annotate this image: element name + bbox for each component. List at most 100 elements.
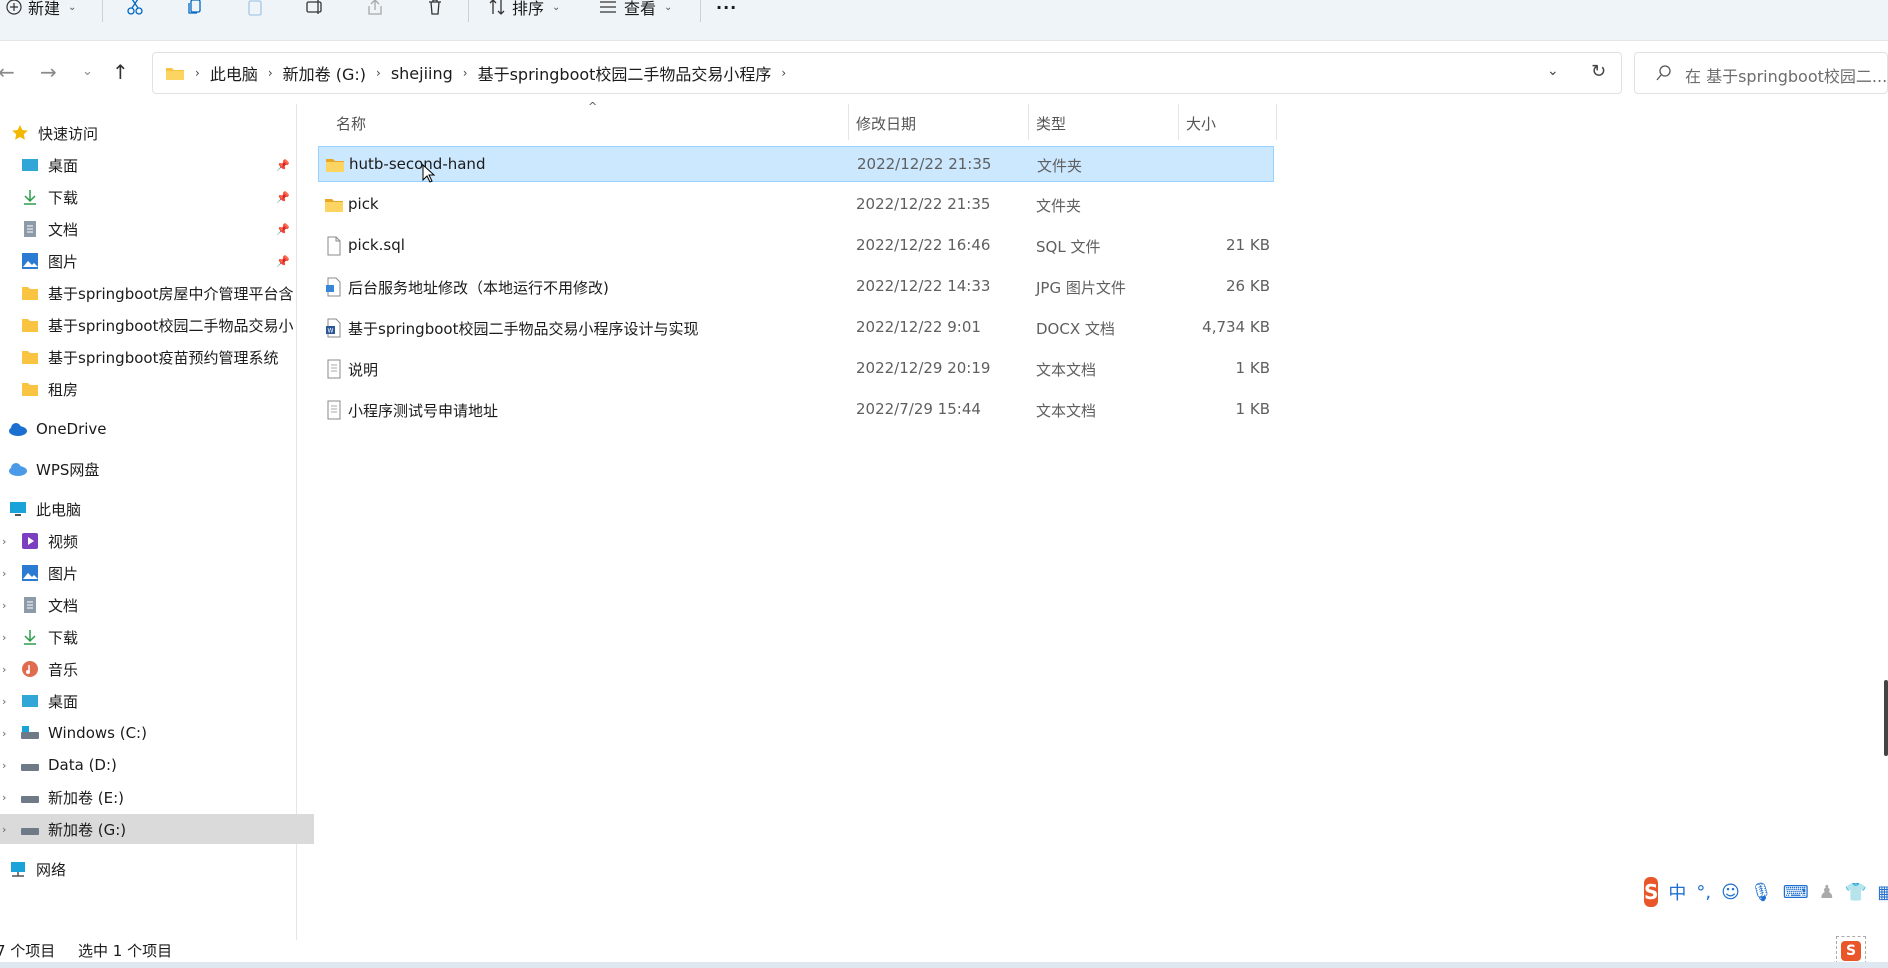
column-header-name[interactable]: 名称 bbox=[336, 113, 366, 134]
delete-button[interactable] bbox=[426, 0, 444, 20]
sort-button[interactable]: 排序 ⌄ bbox=[488, 0, 560, 20]
emoji-icon[interactable]: ☺ bbox=[1721, 882, 1740, 903]
sidebar-item-documents[interactable]: 文档 📌 bbox=[0, 214, 316, 244]
rename-button[interactable] bbox=[306, 0, 324, 20]
file-row[interactable]: W 基于springboot校园二手物品交易小程序设计与实现 2022/12/2… bbox=[318, 310, 1274, 346]
column-header-type[interactable]: 类型 bbox=[1036, 113, 1066, 134]
column-divider[interactable] bbox=[848, 104, 849, 140]
forward-button[interactable]: → bbox=[40, 60, 57, 84]
sidebar-item-network[interactable]: 网络 bbox=[0, 854, 304, 884]
search-input[interactable]: 在 基于springboot校园二... bbox=[1685, 63, 1887, 87]
details-view-button[interactable]: S bbox=[1836, 936, 1866, 964]
file-size: 21 KB bbox=[1226, 236, 1270, 254]
search-box[interactable]: 在 基于springboot校园二... bbox=[1634, 52, 1888, 94]
sidebar-item-wps[interactable]: WPS网盘 bbox=[0, 454, 304, 484]
paste-button[interactable] bbox=[246, 0, 264, 20]
punctuation-icon[interactable]: °, bbox=[1696, 882, 1711, 903]
breadcrumb-item[interactable]: 此电脑 bbox=[210, 61, 258, 85]
sidebar-item-pictures[interactable]: › 图片 bbox=[0, 558, 316, 588]
ime-toolbar: S 中 °, ☺ 🎙 ⌨ ♟ 👕 ▦ bbox=[1640, 872, 1888, 912]
up-button[interactable]: ↑ bbox=[112, 60, 129, 84]
selection-count: 选中 1 个项目 bbox=[78, 942, 173, 960]
text-file-icon bbox=[327, 400, 341, 420]
sidebar-item-this-pc[interactable]: 此电脑 bbox=[0, 494, 304, 524]
chevron-right-icon[interactable]: › bbox=[2, 567, 6, 580]
scrollbar-thumb[interactable] bbox=[1884, 680, 1888, 756]
file-row[interactable]: pick 2022/12/22 21:35 文件夹 bbox=[318, 187, 1274, 223]
file-size: 26 KB bbox=[1226, 277, 1270, 295]
cut-button[interactable] bbox=[126, 0, 144, 20]
folder-icon bbox=[20, 379, 40, 399]
recent-locations-button[interactable]: ⌄ bbox=[82, 64, 93, 79]
ime-language-toggle[interactable]: 中 bbox=[1668, 879, 1686, 905]
chevron-right-icon[interactable]: › bbox=[2, 823, 6, 836]
sidebar-item-onedrive[interactable]: OneDrive bbox=[0, 414, 304, 444]
address-history-dropdown[interactable]: ⌄ bbox=[1547, 63, 1559, 79]
drive-icon bbox=[20, 755, 40, 775]
new-button[interactable]: 新建 ⌄ bbox=[6, 0, 76, 20]
back-button[interactable]: ← bbox=[0, 60, 15, 84]
chevron-right-icon[interactable]: › bbox=[2, 663, 6, 676]
chevron-right-icon: › bbox=[376, 66, 381, 80]
sidebar-item-drive-d[interactable]: › Data (D:) bbox=[0, 750, 316, 780]
column-header-size[interactable]: 大小 bbox=[1186, 113, 1216, 134]
address-bar[interactable]: › 此电脑 › 新加卷 (G:) › shejiing › 基于springbo… bbox=[152, 52, 1622, 94]
sidebar-item-pictures[interactable]: 图片 📌 bbox=[0, 246, 316, 276]
sidebar-item-folder[interactable]: 基于springboot校园二手物品交易小 bbox=[0, 310, 316, 340]
user-icon[interactable]: ♟ bbox=[1819, 882, 1835, 903]
file-row[interactable]: pick.sql 2022/12/22 16:46 SQL 文件 21 KB bbox=[318, 228, 1274, 264]
sidebar-item-folder[interactable]: 租房 bbox=[0, 374, 316, 404]
sidebar-item-desktop[interactable]: › 桌面 bbox=[0, 686, 316, 716]
file-row[interactable]: 说明 2022/12/29 20:19 文本文档 1 KB bbox=[318, 351, 1274, 387]
skin-icon[interactable]: 👕 bbox=[1845, 882, 1867, 903]
more-icon: ··· bbox=[716, 0, 738, 17]
chevron-right-icon[interactable]: › bbox=[2, 631, 6, 644]
file-row[interactable]: hutb-second-hand 2022/12/22 21:35 文件夹 bbox=[318, 146, 1274, 182]
grid-icon[interactable]: ▦ bbox=[1877, 882, 1888, 903]
microphone-icon[interactable]: 🎙 bbox=[1750, 882, 1773, 903]
sidebar-item-desktop[interactable]: 桌面 📌 bbox=[0, 150, 316, 180]
chevron-right-icon[interactable]: › bbox=[2, 727, 6, 740]
copy-button[interactable] bbox=[186, 0, 204, 20]
sidebar-item-quick-access[interactable]: 快速访问 bbox=[0, 118, 306, 148]
sidebar-item-documents[interactable]: › 文档 bbox=[0, 590, 316, 620]
sidebar-item-drive-c[interactable]: › Windows (C:) bbox=[0, 718, 316, 748]
sidebar-item-folder[interactable]: 基于springboot房屋中介管理平台含 bbox=[0, 278, 316, 308]
sogou-logo-icon[interactable]: S bbox=[1644, 877, 1659, 907]
view-button[interactable]: 查看 ⌄ bbox=[598, 0, 672, 20]
sidebar-item-folder[interactable]: 基于springboot疫苗预约管理系统 bbox=[0, 342, 316, 372]
keyboard-icon[interactable]: ⌨ bbox=[1783, 882, 1809, 903]
sidebar-item-label: 图片 bbox=[48, 252, 79, 271]
folder-icon bbox=[325, 199, 343, 212]
share-button[interactable] bbox=[366, 0, 384, 20]
sidebar-item-label: 新加卷 (G:) bbox=[48, 820, 127, 839]
cloud-icon bbox=[8, 419, 28, 439]
chevron-right-icon[interactable]: › bbox=[2, 695, 6, 708]
chevron-right-icon[interactable]: › bbox=[2, 599, 6, 612]
chevron-right-icon[interactable]: › bbox=[2, 535, 6, 548]
chevron-right-icon[interactable]: › bbox=[2, 759, 6, 772]
sidebar-item-drive-e[interactable]: › 新加卷 (E:) bbox=[0, 782, 316, 812]
sidebar-item-drive-g[interactable]: › 新加卷 (G:) bbox=[0, 814, 314, 844]
sidebar-item-downloads[interactable]: › 下载 bbox=[0, 622, 316, 652]
sidebar-item-label: 桌面 bbox=[48, 156, 79, 175]
file-type: 文件夹 bbox=[1037, 157, 1083, 175]
sogou-logo-icon: S bbox=[1841, 941, 1861, 961]
sidebar-item-music[interactable]: › 音乐 bbox=[0, 654, 316, 684]
file-row[interactable]: 后台服务地址修改（本地运行不用修改) 2022/12/22 14:33 JPG … bbox=[318, 269, 1274, 305]
breadcrumb-item[interactable]: 基于springboot校园二手物品交易小程序 bbox=[478, 61, 772, 85]
refresh-button[interactable]: ↻ bbox=[1591, 61, 1606, 82]
sidebar-item-downloads[interactable]: 下载 📌 bbox=[0, 182, 316, 212]
column-header-date[interactable]: 修改日期 bbox=[856, 113, 916, 134]
sidebar-item-videos[interactable]: › 视频 bbox=[0, 526, 316, 556]
file-icon bbox=[327, 236, 341, 256]
file-row[interactable]: 小程序测试号申请地址 2022/7/29 15:44 文本文档 1 KB bbox=[318, 392, 1274, 428]
column-divider[interactable] bbox=[1276, 104, 1277, 140]
chevron-right-icon[interactable]: › bbox=[2, 791, 6, 804]
column-divider[interactable] bbox=[1178, 104, 1179, 140]
breadcrumb-item[interactable]: shejiing bbox=[391, 64, 453, 83]
column-divider[interactable] bbox=[1028, 104, 1029, 140]
sidebar-item-label: 桌面 bbox=[48, 692, 79, 711]
more-options-button[interactable]: ··· bbox=[716, 0, 737, 20]
breadcrumb-item[interactable]: 新加卷 (G:) bbox=[283, 61, 366, 85]
